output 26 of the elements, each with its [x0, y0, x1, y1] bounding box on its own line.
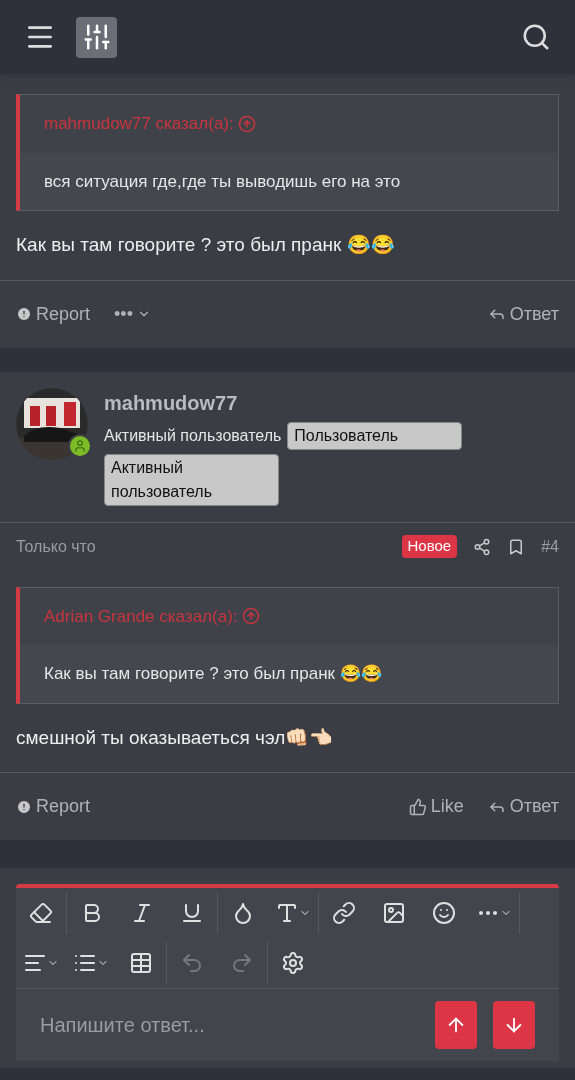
search-icon[interactable]	[521, 22, 551, 52]
quote-text: вся ситуация где,где ты выводишь его на это	[44, 171, 401, 191]
user-title: Активный пользователь	[104, 425, 282, 446]
post-time[interactable]: Только что	[16, 534, 96, 559]
scroll-up-button[interactable]	[435, 1001, 477, 1049]
like-button[interactable]: Like	[408, 793, 464, 820]
post-message: смешной ты оказываеться чэл👊🏻👈🏻	[16, 726, 334, 748]
reply-button[interactable]: Ответ	[487, 793, 559, 820]
thumbs-up-icon	[408, 797, 427, 816]
username[interactable]: mahmudow77	[104, 387, 559, 418]
report-button[interactable]: Report	[16, 793, 91, 820]
user-badge: Пользователь	[287, 421, 463, 450]
more-button[interactable]: •••	[114, 300, 151, 328]
share-icon[interactable]	[473, 537, 492, 556]
alert-icon	[16, 306, 32, 322]
reply-field[interactable]: Напишите ответ...	[40, 1010, 419, 1040]
alert-icon	[16, 798, 32, 815]
scroll-down-button[interactable]	[493, 1001, 535, 1049]
post-message: Как вы там говорите ? это был пранк 😂😂	[16, 234, 395, 255]
post-number[interactable]: #4	[541, 534, 559, 559]
logo-icon[interactable]	[76, 16, 117, 58]
user-badge: Активный пользователь	[104, 453, 279, 506]
new-label: Новое	[401, 535, 458, 558]
report-button[interactable]: Report	[16, 300, 91, 328]
reply-button[interactable]: Ответ	[487, 300, 559, 328]
quote-text: Как вы там говорите ? это был пранк 😂😂	[44, 664, 382, 683]
